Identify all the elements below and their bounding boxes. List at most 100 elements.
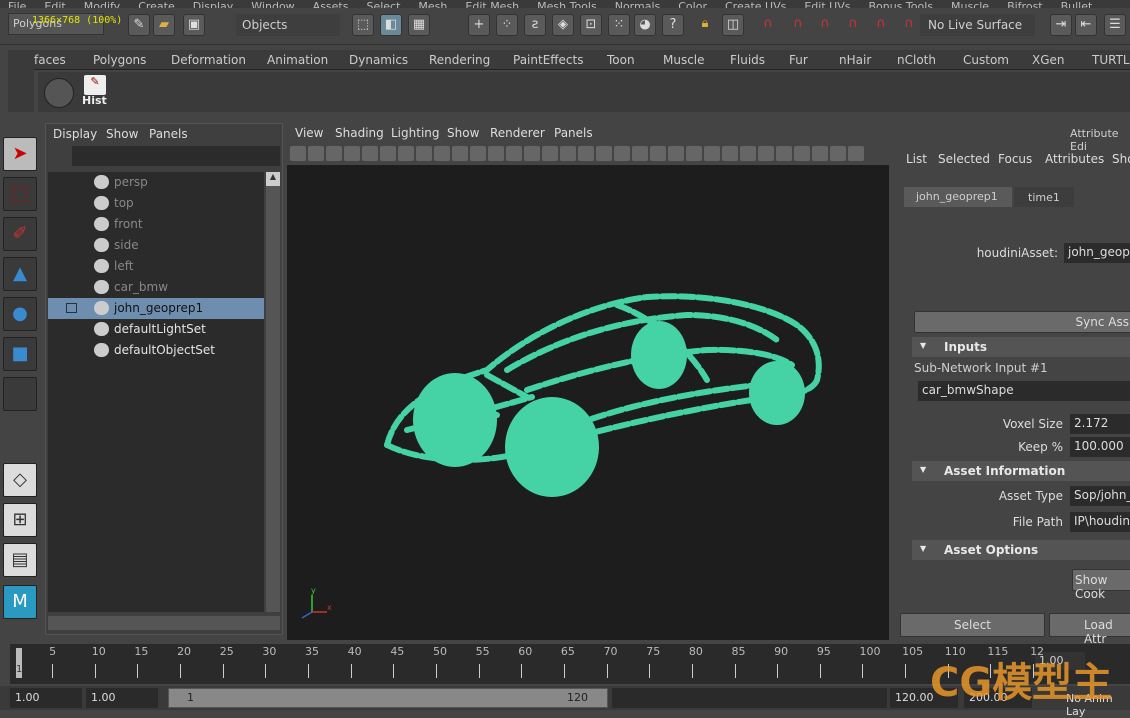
shelf-tab-muscle[interactable]: Muscle [663,53,705,67]
sub-network-input-field[interactable]: car_bmwShape [918,381,1130,401]
rotate-tool-icon[interactable]: ● [3,297,37,331]
attr-menu-selected[interactable]: Selected [938,152,990,166]
shelf-tab-rendering[interactable]: Rendering [429,53,490,67]
menu-bonus-tools[interactable]: Bonus Tools [868,0,933,8]
viewport-tool-icon[interactable] [362,146,378,161]
new-scene-icon[interactable]: ✎ [128,14,150,36]
outliner-menu-display[interactable]: Display [53,127,97,141]
outliner-filter-input[interactable] [72,146,280,166]
menu-mesh-tools[interactable]: Mesh Tools [537,0,597,8]
tab-john-geoprep1[interactable]: john_geoprep1 [904,187,1012,207]
attr-menu-attributes[interactable]: Attributes [1045,152,1104,166]
viewport-tool-icon[interactable] [290,146,306,161]
viewport-menu-renderer[interactable]: Renderer [490,126,545,140]
start-time-field[interactable]: 1.00 [10,688,82,708]
outliner-scrollbar[interactable]: ▲ [266,172,280,612]
last-tool-icon[interactable] [3,377,37,411]
shelf-tab-fur[interactable]: Fur [789,53,808,67]
viewport-tool-icon[interactable] [758,146,774,161]
viewport-tool-icon[interactable] [470,146,486,161]
history-icon[interactable]: ✎ [84,75,106,95]
viewport-tool-icon[interactable] [542,146,558,161]
viewport-menu-view[interactable]: View [295,126,323,140]
sync-asset-button[interactable]: Sync Ass [914,311,1130,333]
viewport-menu-show[interactable]: Show [447,126,479,140]
end-time-field[interactable]: 200.00 [964,688,1032,708]
file-path-field[interactable]: IP\houdini_ [1070,512,1130,532]
outliner-item[interactable]: left [48,256,264,277]
lasso-tool-icon[interactable]: ⬚ [3,177,37,211]
shelf-tab-faces[interactable]: faces [34,53,66,67]
viewport-menu-lighting[interactable]: Lighting [391,126,440,140]
snap-view-icon[interactable]: ∩ [842,14,864,36]
outliner-layout-icon[interactable]: ▤ [3,543,37,577]
snap-grid-icon[interactable]: ∩ [757,14,779,36]
render-icon[interactable]: ◕ [634,14,656,36]
viewport-tool-icon[interactable] [686,146,702,161]
asset-options-section[interactable]: Asset Options [912,540,1130,560]
output-ops-icon[interactable]: ⇤ [1075,14,1097,36]
shelf-tab-custom[interactable]: Custom [963,53,1009,67]
shelf-tab-deformation[interactable]: Deformation [171,53,246,67]
shelf-tab-turtle[interactable]: TURTLE [1092,53,1130,67]
viewport-tool-icon[interactable] [632,146,648,161]
show-cook-button[interactable]: Show Cook [1072,569,1130,601]
viewport-tool-icon[interactable] [524,146,540,161]
selection-mask-dropdown[interactable]: Objects [236,14,340,36]
viewport-tool-icon[interactable] [308,146,324,161]
houdini-asset-field[interactable]: john_geopre [1064,243,1130,263]
menu-create[interactable]: Create [138,0,175,8]
outliner-menu-show[interactable]: Show [106,127,138,141]
make-live-icon[interactable]: ∩ [898,14,920,36]
asset-information-section[interactable]: Asset Information [912,461,1130,481]
viewport-menu-shading[interactable]: Shading [335,126,384,140]
vertex-icon[interactable]: ⁘ [496,14,518,36]
viewport-menu-panels[interactable]: Panels [554,126,593,140]
polygon-tool-icon[interactable] [44,78,74,108]
shelf-tab-toon[interactable]: Toon [607,53,635,67]
outliner-hscrollbar[interactable] [48,616,280,630]
viewport-tool-icon[interactable] [776,146,792,161]
menu-edit-uvs[interactable]: Edit UVs [804,0,850,8]
outliner-item[interactable]: car_bmw [48,277,264,298]
menu-edit-mesh[interactable]: Edit Mesh [465,0,519,8]
maya-layout-icon[interactable]: M [3,585,37,619]
menu-normals[interactable]: Normals [615,0,661,8]
scale-tool-icon[interactable]: ■ [3,337,37,371]
menu-file[interactable]: File [8,0,26,8]
viewport-tool-icon[interactable] [380,146,396,161]
four-pane-layout-icon[interactable]: ⊞ [3,503,37,537]
viewport-tool-icon[interactable] [812,146,828,161]
move-tool-icon[interactable]: ▲ [3,257,37,291]
snap-plane-icon[interactable]: ∩ [870,14,892,36]
outliner-item[interactable]: defaultObjectSet [48,340,264,361]
viewport-tool-icon[interactable] [596,146,612,161]
menu-assets[interactable]: Assets [313,0,349,8]
attr-menu-sho[interactable]: Sho [1112,152,1130,166]
outliner-menu-panels[interactable]: Panels [149,127,188,141]
snap-curve-icon[interactable]: ∩ [787,14,809,36]
viewport-tool-icon[interactable] [794,146,810,161]
menu-select[interactable]: Select [366,0,400,8]
viewport-tool-icon[interactable] [830,146,846,161]
curve-icon[interactable]: ꙅ [524,14,546,36]
viewport-tool-icon[interactable] [614,146,630,161]
shelf-menu-handle[interactable] [8,50,34,112]
outliner-item[interactable]: side [48,235,264,256]
particles-icon[interactable]: ⁙ [608,14,630,36]
playback-start-field[interactable]: 1.00 [86,688,158,708]
perspective-viewport[interactable]: y x [287,165,889,640]
viewport-tool-icon[interactable] [434,146,450,161]
select-tool-icon[interactable]: ➤ [3,137,37,171]
viewport-tool-icon[interactable] [326,146,342,161]
menu-bifrost[interactable]: Bifrost [1007,0,1043,8]
menu-mesh[interactable]: Mesh [418,0,447,8]
surface-icon[interactable]: ◈ [552,14,574,36]
select-button[interactable]: Select [900,613,1045,637]
menu-bullet[interactable]: Bullet [1061,0,1093,8]
snap-icon[interactable]: + [468,14,490,36]
save-scene-icon[interactable]: ▣ [183,14,205,36]
select-box-icon[interactable]: ◫ [722,14,744,36]
viewport-tool-icon[interactable] [740,146,756,161]
live-surface-field[interactable]: No Live Surface [920,14,1035,36]
